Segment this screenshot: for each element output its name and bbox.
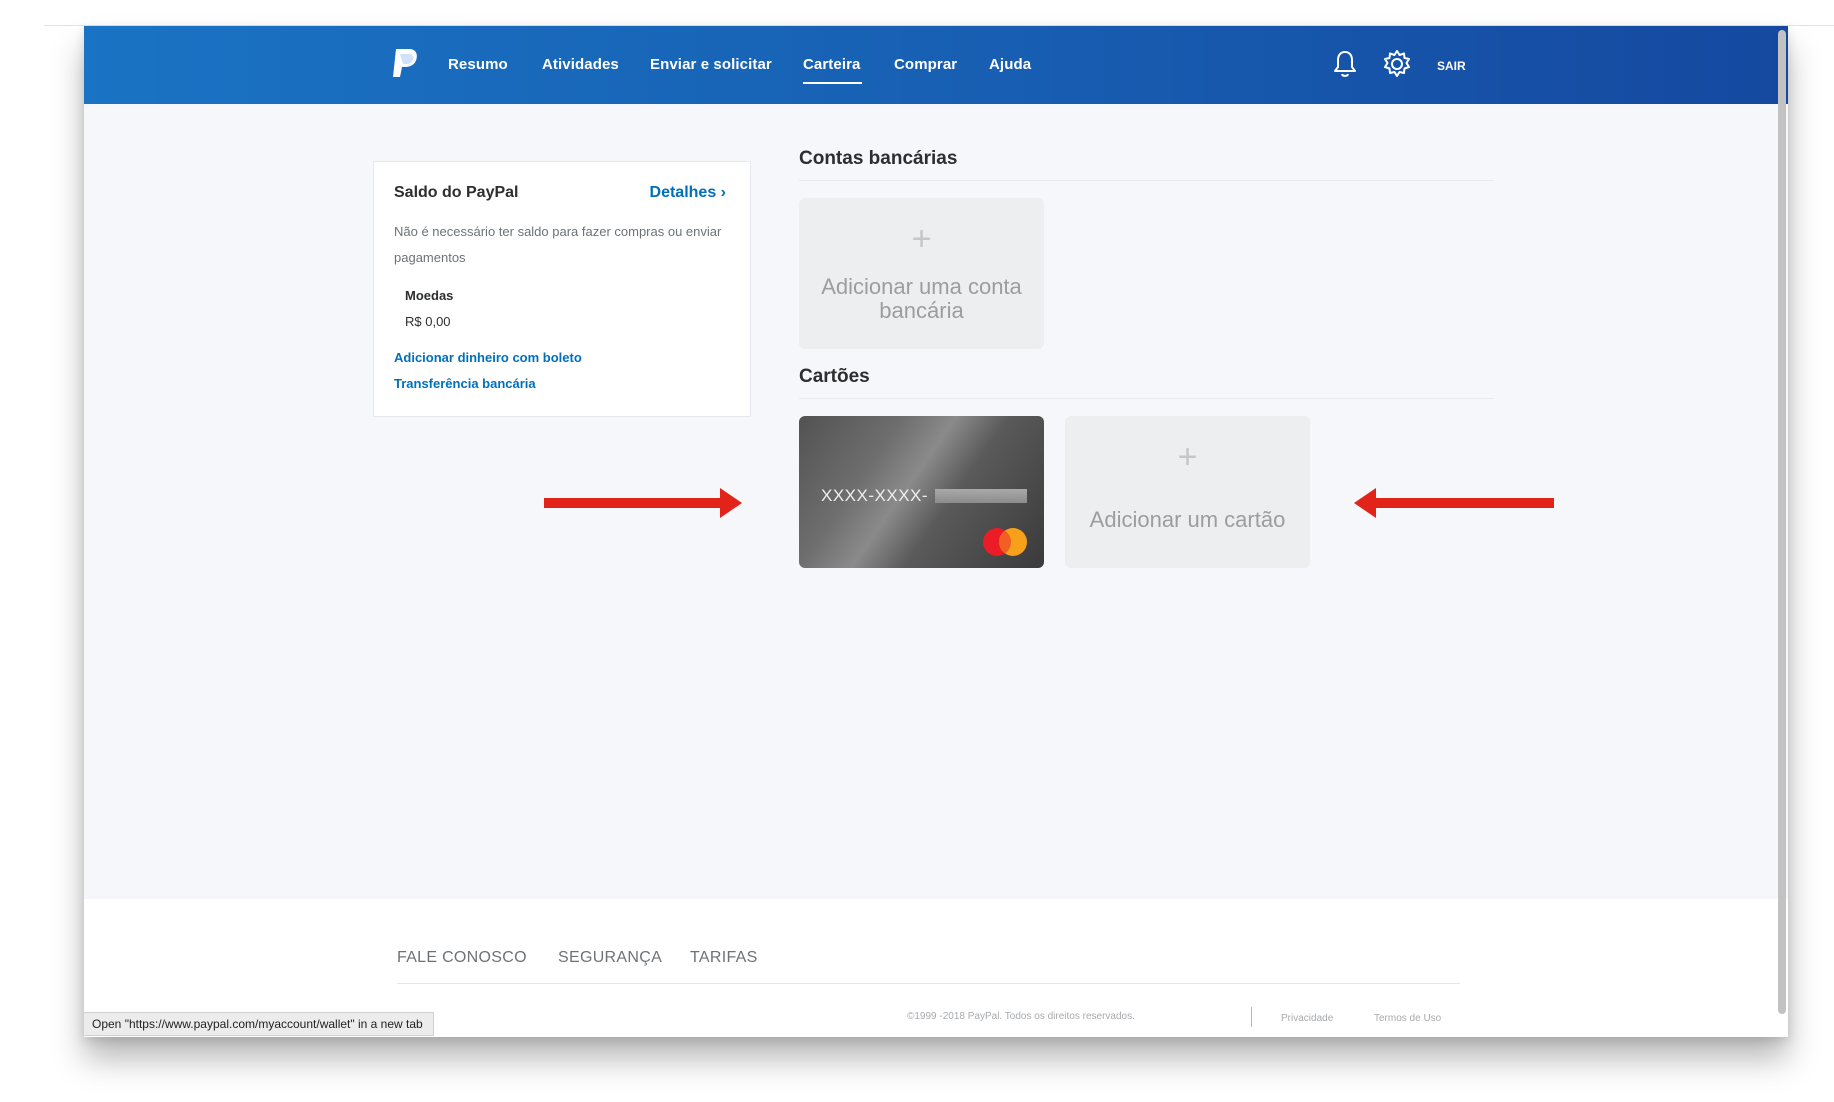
gear-icon[interactable]: [1381, 48, 1413, 80]
bell-icon[interactable]: [1331, 49, 1359, 79]
bank-accounts-title: Contas bancárias: [799, 148, 958, 169]
balance-description: Não é necessário ter saldo para fazer co…: [394, 224, 722, 265]
currency-label: Moedas: [405, 288, 454, 303]
browser-window: Resumo Atividades Enviar e solicitar Car…: [84, 26, 1788, 1037]
footer-separator: [1251, 1007, 1252, 1027]
left-pointing-arrow: [1354, 488, 1554, 518]
balance-details-link[interactable]: Detalhes ›: [650, 184, 726, 202]
currency-value: R$ 0,00: [405, 314, 451, 329]
logout-link[interactable]: SAIR: [1437, 59, 1466, 73]
nav-resumo[interactable]: Resumo: [448, 56, 508, 73]
copyright-text: ©1999 -2018 PayPal. Todos os direitos re…: [907, 1011, 1135, 1022]
mastercard-logo: [983, 528, 1027, 556]
balance-title: Saldo do PayPal: [394, 184, 519, 201]
nav-enviar-e-solicitar[interactable]: Enviar e solicitar: [650, 56, 772, 73]
top-navigation-bar: Resumo Atividades Enviar e solicitar Car…: [84, 26, 1788, 104]
nav-comprar[interactable]: Comprar: [894, 56, 957, 73]
details-label: Detalhes: [649, 184, 717, 201]
browser-status-bar: Open "https://www.paypal.com/myaccount/w…: [84, 1012, 434, 1036]
nav-carteira[interactable]: Carteira: [803, 56, 861, 73]
footer-link-tarifas[interactable]: TARIFAS: [690, 949, 758, 967]
cards-title: Cartões: [799, 366, 870, 387]
chevron-right-icon: ›: [720, 184, 726, 201]
divider: [799, 180, 1494, 181]
credit-card-tile[interactable]: XXXX-XXXX-: [799, 416, 1044, 568]
bank-transfer-link[interactable]: Transferência bancária: [394, 376, 536, 391]
nav-ajuda[interactable]: Ajuda: [989, 56, 1031, 73]
add-card-tile[interactable]: + Adicionar um cartão: [1065, 416, 1310, 568]
paypal-logo[interactable]: [390, 47, 420, 79]
privacy-link[interactable]: Privacidade: [1281, 1013, 1333, 1024]
add-bank-account-tile[interactable]: + Adicionar uma conta bancária: [799, 198, 1044, 349]
right-pointing-arrow: [544, 488, 742, 518]
plus-icon: +: [1177, 438, 1198, 476]
divider: [799, 398, 1494, 399]
active-tab-indicator: [803, 82, 862, 84]
footer-link-seguranca[interactable]: SEGURANÇA: [558, 949, 662, 967]
footer-link-fale-conosco[interactable]: FALE CONOSCO: [397, 949, 527, 967]
terms-link[interactable]: Termos de Uso: [1374, 1013, 1441, 1024]
add-money-boleto-link[interactable]: Adicionar dinheiro com boleto: [394, 350, 582, 365]
add-bank-account-label: Adicionar uma conta bancária: [821, 274, 1022, 323]
plus-icon: +: [911, 220, 932, 258]
footer-divider: [397, 983, 1460, 984]
vertical-scrollbar[interactable]: [1778, 30, 1786, 1014]
card-number-redaction: [935, 489, 1027, 503]
add-card-label: Adicionar um cartão: [1089, 507, 1286, 532]
nav-atividades[interactable]: Atividades: [542, 56, 619, 73]
paypal-balance-card: Saldo do PayPal Detalhes › Não é necessá…: [373, 161, 751, 417]
card-number: XXXX-XXXX-: [821, 486, 929, 505]
